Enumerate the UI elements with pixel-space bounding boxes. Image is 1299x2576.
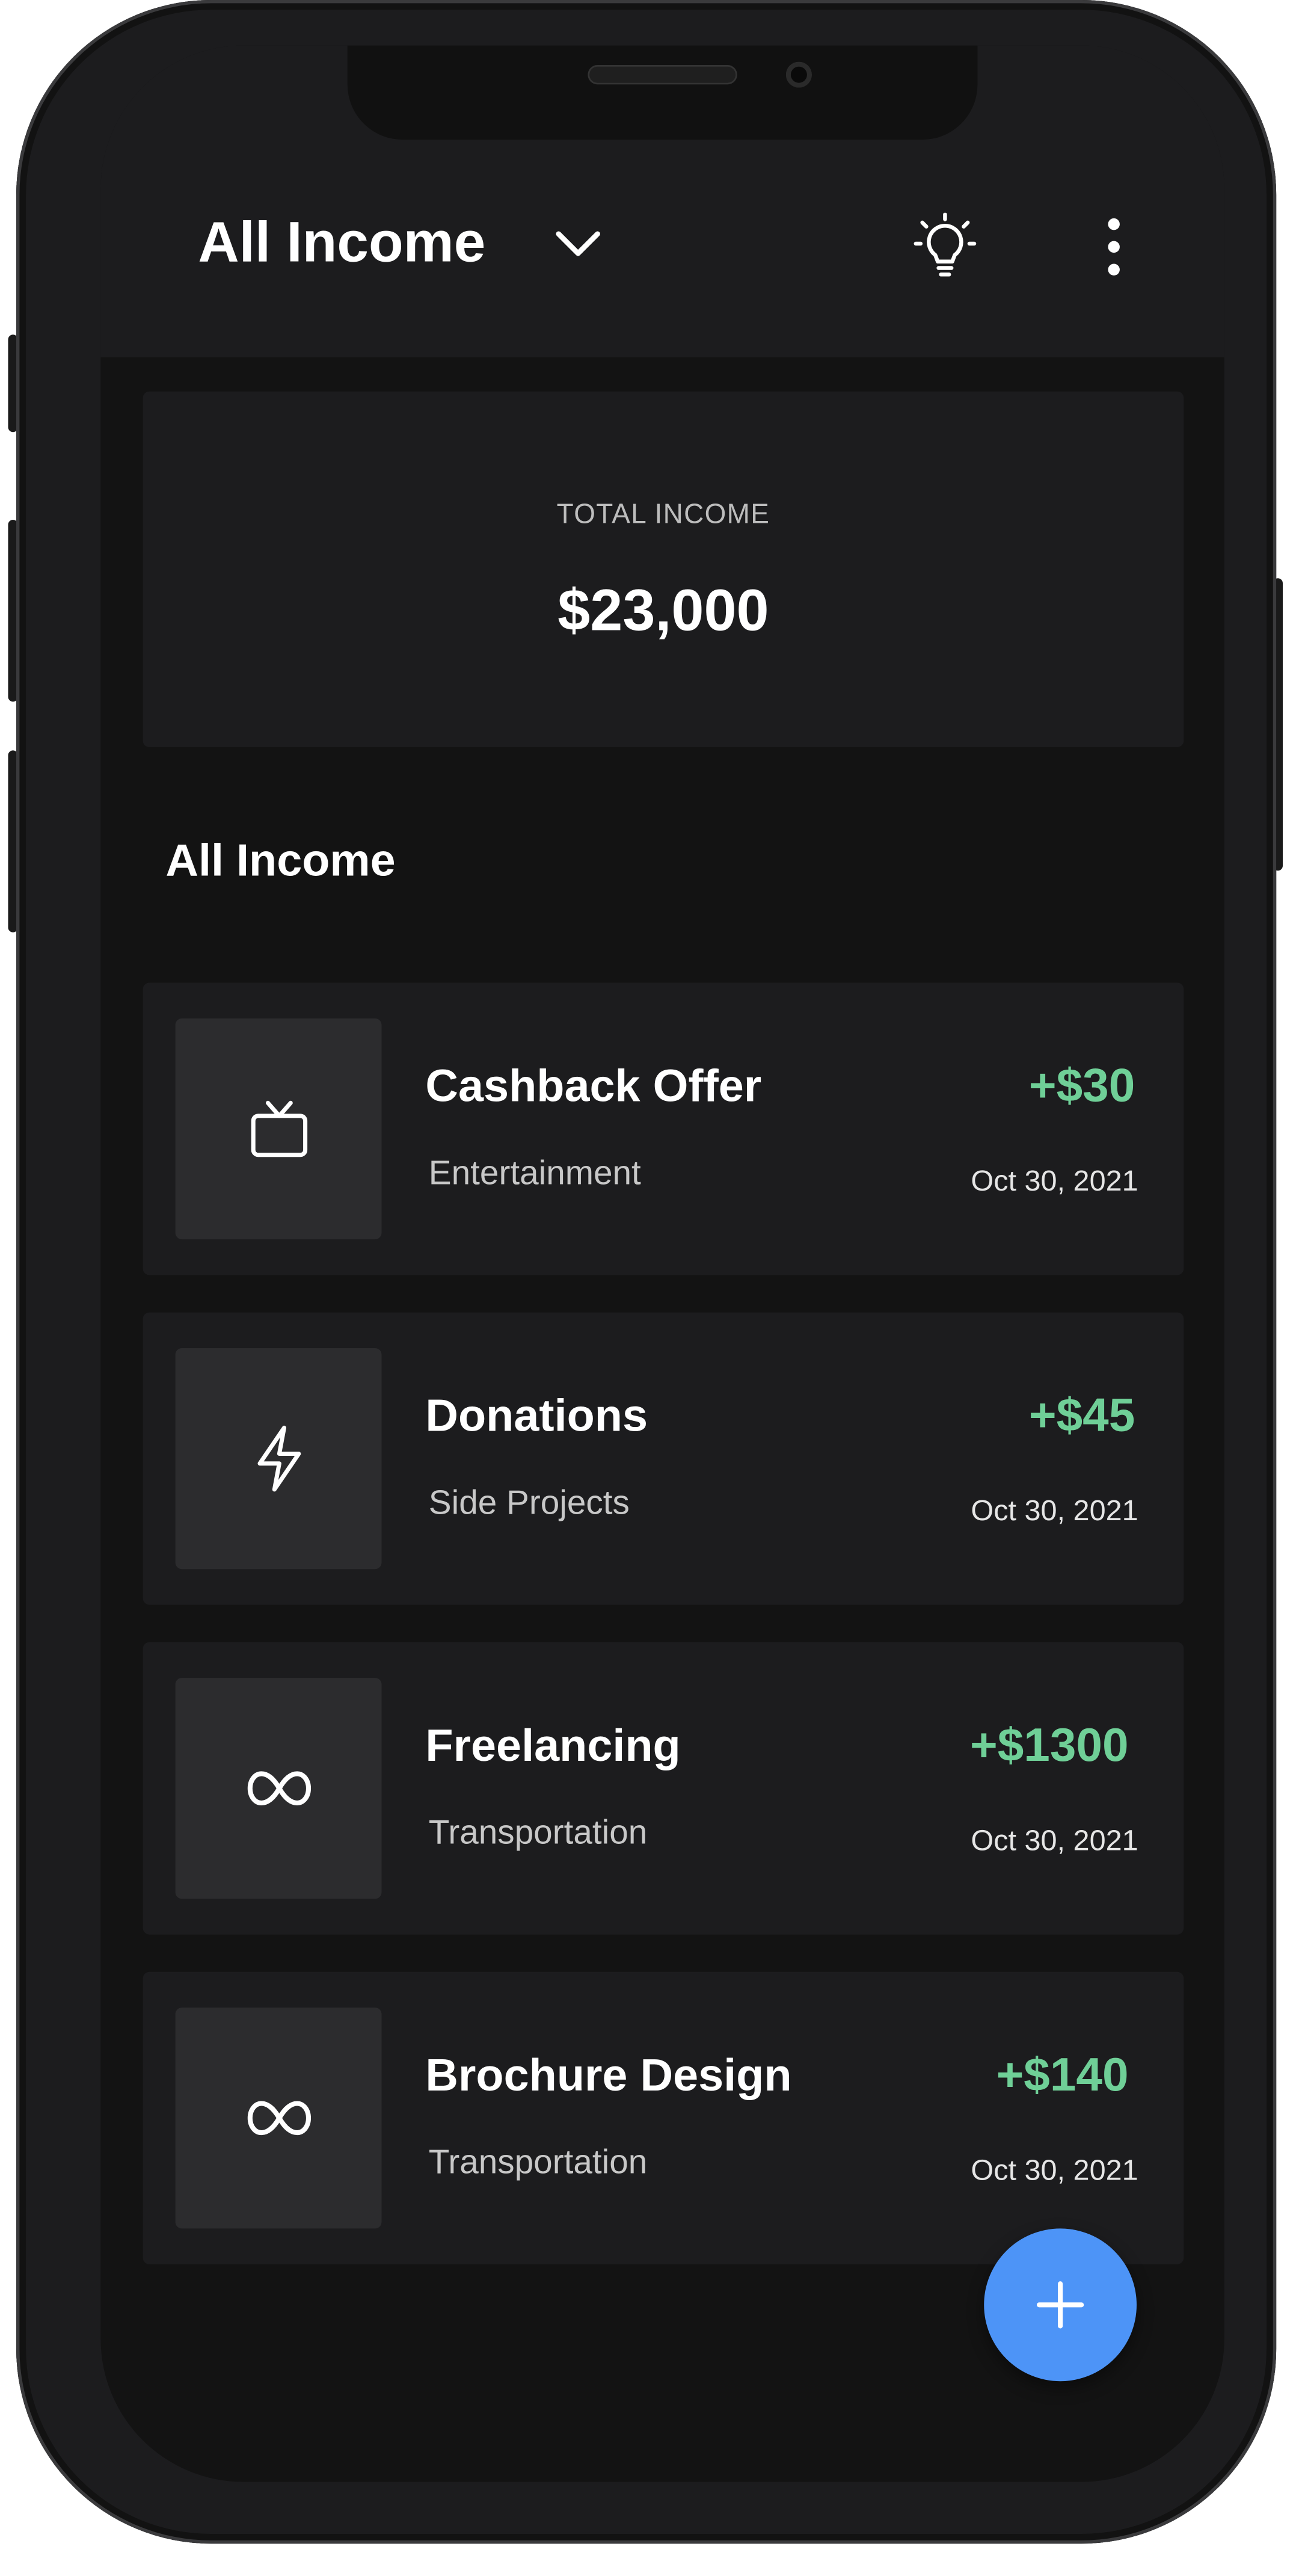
speaker-grille <box>588 65 737 85</box>
item-name: Freelancing <box>425 1720 681 1770</box>
tv-icon <box>250 1100 307 1157</box>
item-category: Entertainment <box>428 1154 641 1192</box>
income-list-item[interactable]: Brochure Design Transportation +$140 Oct… <box>143 1971 1184 2264</box>
tips-button[interactable] <box>912 211 977 283</box>
item-category: Transportation <box>428 2144 648 2182</box>
plus-icon <box>1036 2281 1084 2329</box>
page-title: All Income <box>198 211 486 275</box>
title-selector[interactable]: All Income <box>198 211 602 276</box>
device-notch <box>347 45 978 140</box>
add-income-button[interactable] <box>984 2228 1137 2382</box>
item-category: Transportation <box>428 1814 648 1852</box>
app-screen: All Income TOTAL INCOME $23,000 All Inco… <box>100 45 1224 2482</box>
total-income-label: TOTAL INCOME <box>556 498 770 530</box>
item-name: Cashback Offer <box>425 1061 762 1111</box>
income-list-item[interactable]: Freelancing Transportation +$1300 Oct 30… <box>143 1642 1184 1935</box>
more-menu-button[interactable] <box>1081 211 1146 283</box>
infinity-icon <box>247 1771 310 1806</box>
item-amount: +$45 <box>1028 1390 1135 1443</box>
item-date: Oct 30, 2021 <box>971 1824 1138 1857</box>
item-date: Oct 30, 2021 <box>971 1494 1138 1527</box>
item-name: Donations <box>425 1390 648 1441</box>
total-income-card: TOTAL INCOME $23,000 <box>143 391 1184 747</box>
item-amount: +$1300 <box>970 1720 1129 1772</box>
income-list-item[interactable]: Donations Side Projects +$45 Oct 30, 202… <box>143 1312 1184 1605</box>
item-date: Oct 30, 2021 <box>971 2154 1138 2187</box>
item-name: Brochure Design <box>425 2050 792 2101</box>
income-list-item[interactable]: Cashback Offer Entertainment +$30 Oct 30… <box>143 982 1184 1275</box>
item-icon-tile <box>175 1678 382 1899</box>
front-camera <box>785 61 812 88</box>
item-date: Oct 30, 2021 <box>971 1164 1138 1197</box>
item-icon-tile <box>175 1018 382 1240</box>
chevron-down-icon[interactable] <box>554 227 603 260</box>
infinity-icon <box>247 2101 310 2136</box>
item-icon-tile <box>175 1348 382 1570</box>
more-vertical-icon <box>1108 218 1120 276</box>
total-income-value: $23,000 <box>557 576 769 644</box>
device-stage: All Income TOTAL INCOME $23,000 All Inco… <box>0 0 1299 2576</box>
phone-frame: All Income TOTAL INCOME $23,000 All Inco… <box>16 0 1277 2544</box>
section-heading: All Income <box>165 834 396 886</box>
lightbulb-icon <box>914 212 977 277</box>
lightning-icon <box>257 1425 300 1492</box>
item-amount: +$140 <box>996 2050 1129 2102</box>
item-icon-tile <box>175 2007 382 2229</box>
item-amount: +$30 <box>1028 1061 1135 1113</box>
item-category: Side Projects <box>428 1484 630 1522</box>
